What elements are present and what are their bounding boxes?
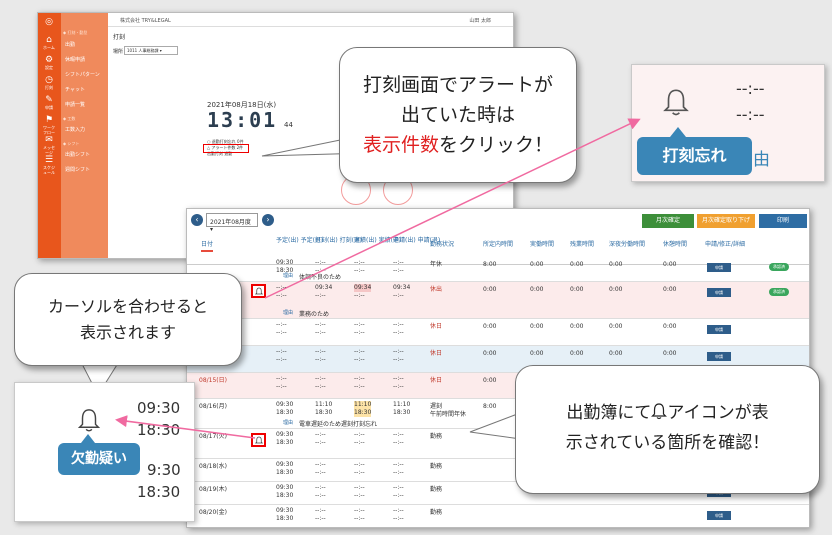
arrow-to-zoom-punch — [264, 118, 641, 299]
arrow-to-zoom-absent — [115, 415, 256, 439]
connector-arrows — [115, 118, 641, 439]
